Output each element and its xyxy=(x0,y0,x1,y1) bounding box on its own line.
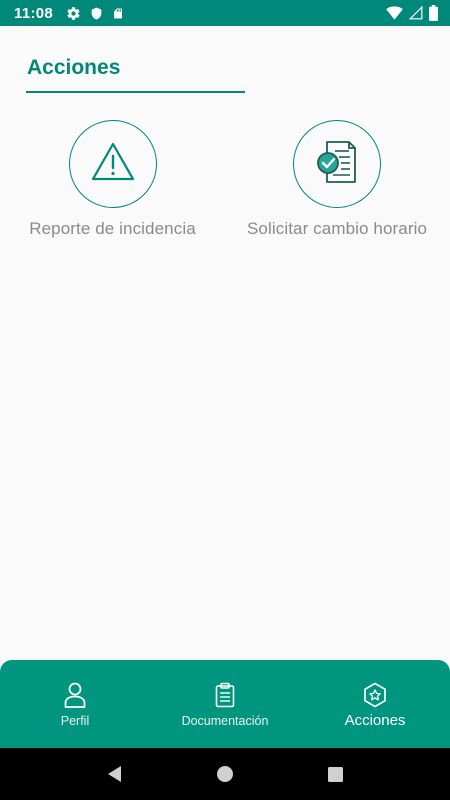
report-incident-action[interactable]: Reporte de incidencia xyxy=(12,120,213,239)
status-time: 11:08 xyxy=(14,4,54,22)
nav-label-perfil: Perfil xyxy=(60,714,90,728)
report-incident-circle[interactable] xyxy=(68,120,157,208)
star-badge-icon xyxy=(362,682,388,708)
title-underline xyxy=(26,91,245,93)
report-incident-label: Reporte de incidencia xyxy=(29,219,196,238)
person-icon xyxy=(64,682,86,708)
nav-item-documentacion[interactable]: Documentación xyxy=(150,660,300,748)
request-schedule-change-circle[interactable] xyxy=(293,120,381,208)
gear-icon xyxy=(66,6,81,21)
page-title: Acciones xyxy=(27,56,121,79)
wifi-icon xyxy=(386,6,403,20)
status-right-icons xyxy=(386,5,438,21)
nav-item-acciones[interactable]: Acciones xyxy=(300,660,450,748)
request-schedule-change-action[interactable]: Solicitar cambio horario xyxy=(232,120,442,239)
status-bar: 11:08 xyxy=(0,0,450,26)
status-left-icons xyxy=(66,6,124,21)
nav-label-acciones: Acciones xyxy=(344,712,406,729)
sd-card-icon xyxy=(112,6,124,21)
nav-item-perfil[interactable]: Perfil xyxy=(0,660,150,748)
nav-label-documentacion: Documentación xyxy=(181,714,269,728)
request-schedule-change-label: Solicitar cambio horario xyxy=(246,219,428,238)
system-nav-bar xyxy=(0,748,450,800)
recents-icon[interactable] xyxy=(320,759,350,789)
bottom-nav: Perfil Documentación Acciones xyxy=(0,660,450,748)
main-content: Acciones Reporte de incidencia Solicitar… xyxy=(0,26,450,660)
warning-icon xyxy=(90,141,136,188)
back-icon[interactable] xyxy=(100,759,130,789)
shield-icon xyxy=(90,6,103,21)
battery-icon xyxy=(429,5,438,21)
clipboard-icon xyxy=(215,682,235,708)
home-icon[interactable] xyxy=(210,759,240,789)
document-check-icon xyxy=(315,139,359,190)
signal-icon xyxy=(409,6,423,20)
